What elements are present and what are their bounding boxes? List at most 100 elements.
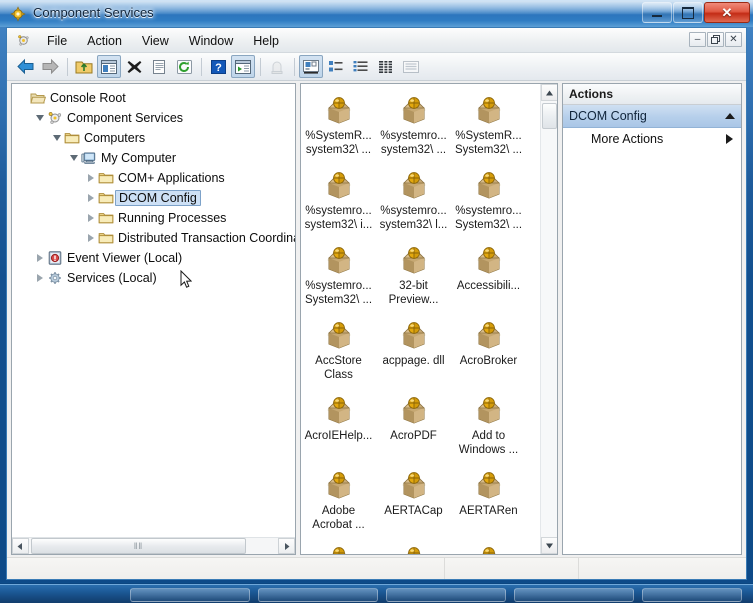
console-tree-scroll-area[interactable]: Console RootComponent ServicesComputersM… [12, 84, 295, 537]
dcom-list-item[interactable]: acppage. dll [376, 315, 451, 390]
expander-expand-icon[interactable] [84, 228, 98, 248]
tree-node-com-applications[interactable]: COM+ Applications [16, 168, 295, 188]
tree-scroll-right-button[interactable] [278, 538, 295, 554]
dcom-list-item[interactable]: Accessibili... [451, 240, 526, 315]
dcom-list-item[interactable]: AERTACap [376, 465, 451, 540]
tree-horizontal-scrollbar[interactable]: ‖‖ [12, 537, 295, 554]
dcom-list-item[interactable] [376, 540, 451, 554]
expander-expand-icon[interactable] [33, 248, 47, 268]
help-button[interactable]: ? [206, 55, 230, 78]
dcom-list-item[interactable] [451, 540, 526, 554]
taskbar-button[interactable] [642, 588, 742, 602]
tree-node-dcom-config[interactable]: DCOM Config [16, 188, 295, 208]
delete-button[interactable] [122, 55, 146, 78]
dcom-list-item[interactable]: %SystemR...system32\ ... [301, 90, 376, 165]
mdi-minimize-button[interactable]: – [689, 32, 706, 47]
view-list-button[interactable] [349, 55, 373, 78]
actions-group-label: DCOM Config [569, 109, 725, 123]
services-icon [47, 270, 63, 286]
taskbar-button[interactable] [386, 588, 506, 602]
taskbar-button[interactable] [130, 588, 250, 602]
tree-hscroll-thumb[interactable]: ‖‖ [31, 538, 246, 554]
actions-group-dcom-config[interactable]: DCOM Config [563, 105, 741, 128]
export-list-button[interactable] [231, 55, 255, 78]
dcom-list-item[interactable]: AccStoreClass [301, 315, 376, 390]
view-large-icons-button[interactable] [299, 55, 323, 78]
dcom-list-item[interactable]: Add toWindows ... [451, 390, 526, 465]
dcom-list-item-label: AccStore [302, 354, 376, 368]
list-vscroll-thumb[interactable] [542, 103, 557, 129]
tree-node-running-processes[interactable]: Running Processes [16, 208, 295, 228]
mdi-close-button[interactable]: ✕ [725, 32, 742, 47]
dcom-application-icon [473, 394, 505, 426]
expander-collapse-icon[interactable] [33, 108, 47, 128]
window-maximize-button[interactable] [673, 2, 703, 23]
icon-grid-scroll-area[interactable]: %SystemR...system32\ ...%systemro...syst… [301, 84, 539, 554]
mdi-restore-button[interactable] [707, 32, 724, 47]
dcom-list-item[interactable] [301, 540, 376, 554]
tree-node-my-computer[interactable]: My Computer [16, 148, 295, 168]
chevron-up-icon[interactable] [725, 113, 735, 119]
properties-button[interactable] [147, 55, 171, 78]
menu-window[interactable]: Window [179, 30, 243, 52]
dcom-list-item-sublabel: system32\ ... [377, 143, 451, 157]
show-hide-console-tree-button[interactable] [97, 55, 121, 78]
console-tree-pane: Console RootComponent ServicesComputersM… [11, 83, 296, 555]
tree-node-component-services[interactable]: Component Services [16, 108, 295, 128]
dcom-list-item-label: %systemro... [302, 279, 376, 293]
view-details-button[interactable] [374, 55, 398, 78]
dcom-list-item-label: AERTARen [452, 504, 526, 518]
expander-expand-icon[interactable] [33, 268, 47, 288]
dcom-list-item[interactable]: AcroBroker [451, 315, 526, 390]
expander-collapse-icon[interactable] [50, 128, 64, 148]
window-minimize-button[interactable] [642, 2, 672, 23]
expander-expand-icon[interactable] [84, 208, 98, 228]
back-button[interactable] [13, 55, 37, 78]
dcom-list-item[interactable]: %systemro...system32\ l... [376, 165, 451, 240]
dcom-list-item[interactable]: %SystemR...System32\ ... [451, 90, 526, 165]
console-tree: Console RootComponent ServicesComputersM… [12, 84, 295, 288]
dcom-list-item-label: %SystemR... [302, 129, 376, 143]
up-one-level-button[interactable] [72, 55, 96, 78]
tree-node-services-local[interactable]: Services (Local) [16, 268, 295, 288]
menu-file[interactable]: File [37, 30, 77, 52]
menu-view[interactable]: View [132, 30, 179, 52]
expander-expand-icon[interactable] [84, 168, 98, 188]
dcom-list-item[interactable]: %systemro...System32\ ... [451, 165, 526, 240]
dcom-list-item[interactable]: AERTARen [451, 465, 526, 540]
dcom-list-item-sublabel: System32\ ... [302, 293, 376, 307]
triangle-down-icon [70, 155, 78, 161]
expander-collapse-icon[interactable] [67, 148, 81, 168]
tree-node-event-viewer-local[interactable]: Event Viewer (Local) [16, 248, 295, 268]
expander-expand-icon[interactable] [84, 188, 98, 208]
menu-action[interactable]: Action [77, 30, 132, 52]
menu-help[interactable]: Help [243, 30, 289, 52]
list-vertical-scrollbar[interactable] [540, 84, 557, 554]
dcom-application-icon [398, 394, 430, 426]
dcom-list-item[interactable]: %systemro...system32\ ... [376, 90, 451, 165]
panes-container: Console RootComponent ServicesComputersM… [7, 81, 746, 557]
dcom-list-item[interactable]: %systemro...system32\ i... [301, 165, 376, 240]
tree-node-console-root[interactable]: Console Root [16, 88, 295, 108]
tree-hscroll-track[interactable]: ‖‖ [29, 538, 278, 554]
list-scroll-up-button[interactable] [541, 84, 558, 101]
taskbar-button[interactable] [514, 588, 634, 602]
dcom-list-item[interactable]: AdobeAcrobat ... [301, 465, 376, 540]
forward-button[interactable] [38, 55, 62, 78]
tree-node-distributed-transaction-coordinat[interactable]: Distributed Transaction Coordinat [16, 228, 295, 248]
view-small-icons-button[interactable] [324, 55, 348, 78]
dcom-list-item[interactable]: %systemro...System32\ ... [301, 240, 376, 315]
list-scroll-down-button[interactable] [541, 537, 558, 554]
dcom-list-item[interactable]: AcroIEHelp... [301, 390, 376, 465]
view-filter-button[interactable] [399, 55, 423, 78]
tree-node-computers[interactable]: Computers [16, 128, 295, 148]
dcom-list-item[interactable]: AcroPDF [376, 390, 451, 465]
taskbar-button[interactable] [258, 588, 378, 602]
console-icon[interactable] [16, 33, 31, 48]
action-more-actions[interactable]: More Actions [563, 128, 741, 150]
dcom-application-icon [473, 319, 505, 351]
window-close-button[interactable]: ✕ [704, 2, 750, 23]
tree-scroll-left-button[interactable] [12, 538, 29, 554]
refresh-button[interactable] [172, 55, 196, 78]
dcom-list-item[interactable]: 32-bitPreview... [376, 240, 451, 315]
